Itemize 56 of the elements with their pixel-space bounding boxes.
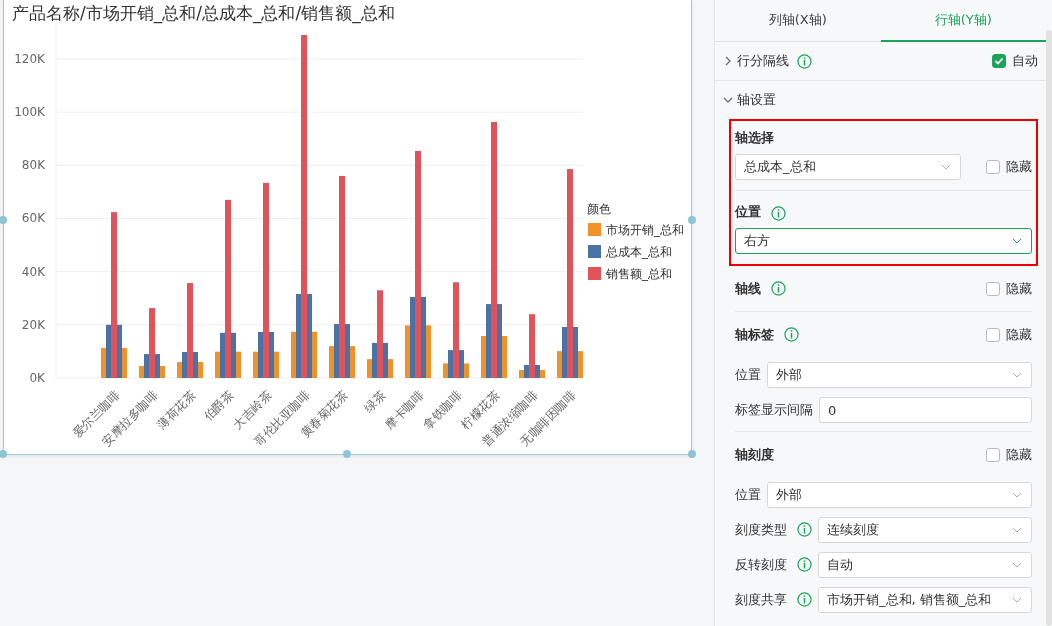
dropdown[interactable]: 连续刻度	[818, 516, 1032, 543]
checkbox[interactable]: 隐藏	[986, 445, 1032, 464]
dropdown[interactable]: 外部	[767, 361, 1032, 388]
info-icon[interactable]	[771, 206, 786, 221]
scrollbar[interactable]	[1046, 30, 1052, 626]
dropdown[interactable]: 市场开销_总和, 销售额_总和	[818, 586, 1032, 613]
chart-title: 产品名称/市场开销_总和/总成本_总和/销售额_总和	[11, 2, 396, 24]
checkbox[interactable]: 隐藏	[986, 325, 1032, 344]
group-title: 轴线	[735, 279, 761, 298]
dropdown[interactable]: 自动	[818, 551, 1032, 578]
chevron-right-icon[interactable]	[723, 56, 733, 66]
legend-label: 销售额_总和	[606, 267, 672, 281]
section-title: 轴设置	[737, 91, 776, 109]
input-field[interactable]: 0	[819, 397, 1032, 423]
info-icon[interactable]	[797, 557, 812, 572]
resize-handle[interactable]	[0, 450, 7, 458]
legend-title: 颜色	[587, 202, 611, 216]
field-label: 位置	[735, 203, 761, 221]
resize-handle[interactable]	[688, 216, 696, 224]
field-label: 标签显示间隔	[735, 401, 813, 419]
field-label: 反转刻度	[735, 555, 787, 574]
info-icon[interactable]	[797, 522, 812, 537]
field-label: 轴选择	[735, 129, 774, 147]
checkbox[interactable]: 隐藏	[986, 158, 1032, 176]
y-axis-label: 0K	[29, 371, 45, 385]
group-title: 轴刻度	[735, 445, 774, 464]
info-icon[interactable]	[771, 281, 786, 296]
x-axis-label: 绿茶	[361, 388, 389, 416]
legend-label: 市场开销_总和	[606, 223, 684, 237]
y-axis-label: 80K	[21, 158, 45, 173]
checkbox[interactable]: 自动	[992, 52, 1038, 70]
field-label: 刻度类型	[735, 520, 787, 539]
y-axis-label: 120K	[14, 52, 45, 66]
group-title: 轴标签	[735, 325, 774, 344]
y-axis-label: 60K	[21, 211, 45, 226]
checkbox[interactable]: 隐藏	[986, 279, 1032, 298]
field-label: 刻度共享	[735, 590, 787, 609]
y-axis-label: 20K	[21, 317, 45, 332]
chevron-down-icon[interactable]	[723, 95, 733, 105]
y-axis-label: 40K	[21, 264, 45, 279]
field-label: 位置	[735, 365, 761, 384]
y-axis-label: 100K	[14, 105, 45, 120]
checkmark-icon	[994, 56, 1004, 66]
info-icon[interactable]	[797, 592, 812, 607]
field-label: 位置	[735, 485, 761, 504]
info-icon[interactable]	[797, 53, 812, 69]
resize-handle[interactable]	[0, 216, 7, 224]
tab[interactable]: 列轴(X轴)	[715, 0, 881, 42]
resize-handle[interactable]	[343, 450, 351, 458]
dropdown[interactable]: 外部	[767, 481, 1032, 508]
legend-label: 总成本_总和	[606, 245, 672, 259]
section-title: 行分隔线	[737, 52, 789, 70]
dropdown[interactable]: 总成本_总和	[735, 154, 961, 180]
info-icon[interactable]	[784, 327, 799, 342]
resize-handle[interactable]	[688, 450, 696, 458]
dropdown[interactable]: 右方	[735, 228, 1032, 254]
